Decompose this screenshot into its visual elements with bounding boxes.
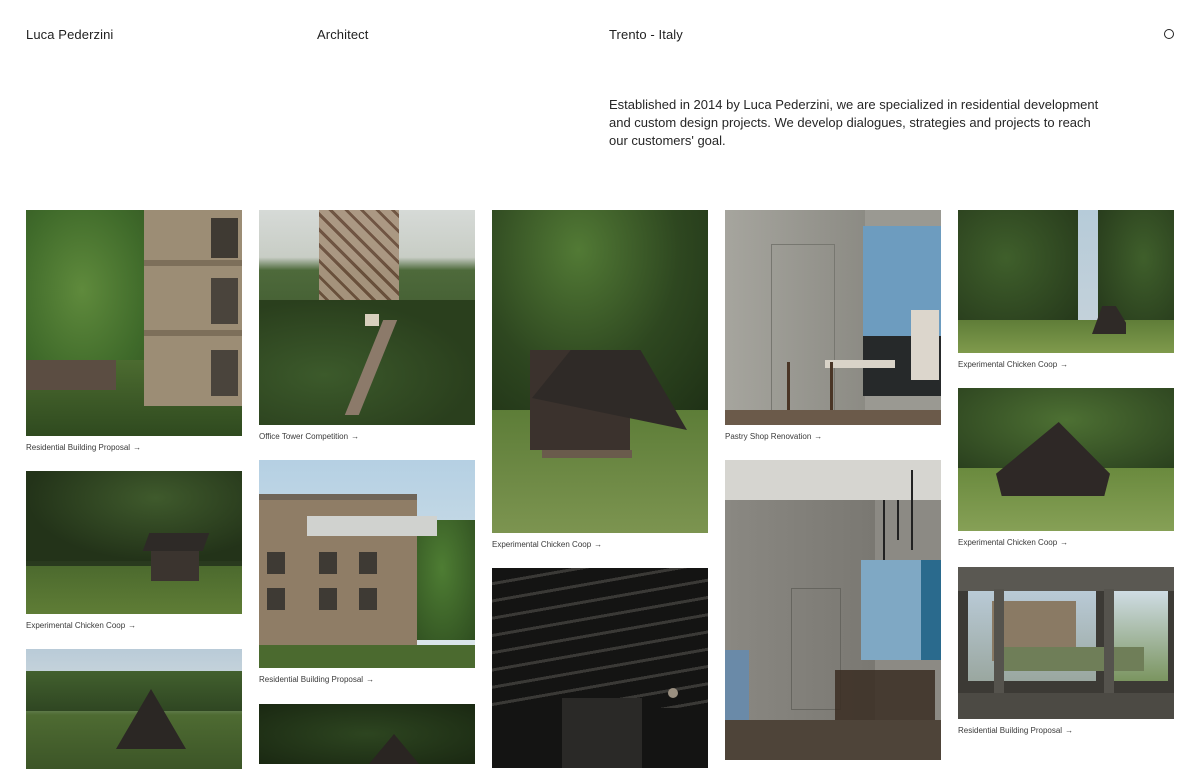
project-caption[interactable]: Residential Building Proposal →	[26, 443, 242, 452]
project-caption[interactable]: Experimental Chicken Coop →	[958, 538, 1174, 547]
menu-circle-icon[interactable]	[1164, 29, 1174, 39]
project-caption[interactable]: Experimental Chicken Coop →	[492, 540, 708, 549]
project-image	[259, 704, 475, 764]
project-card-residential-3[interactable]: Residential Building Proposal →	[958, 567, 1174, 735]
arrow-right-icon: →	[133, 443, 142, 452]
caption-text: Experimental Chicken Coop	[492, 540, 592, 549]
arrow-right-icon: →	[814, 432, 823, 441]
site-role: Architect	[317, 27, 369, 42]
project-caption[interactable]: Residential Building Proposal →	[958, 726, 1174, 735]
arrow-right-icon: →	[594, 540, 603, 549]
arrow-right-icon: →	[1065, 726, 1074, 735]
site-location: Trento - Italy	[609, 27, 683, 42]
caption-text: Residential Building Proposal	[26, 443, 131, 452]
caption-text: Experimental Chicken Coop	[26, 621, 126, 630]
project-image	[26, 649, 242, 769]
project-image	[492, 210, 708, 533]
project-image	[259, 460, 475, 668]
arrow-right-icon: →	[366, 675, 375, 684]
project-image	[26, 471, 242, 614]
project-card-chicken-coop-5[interactable]: Experimental Chicken Coop →	[958, 388, 1174, 547]
intro-paragraph: Established in 2014 by Luca Pederzini, w…	[609, 97, 1099, 148]
intro-text: Established in 2014 by Luca Pederzini, w…	[609, 96, 1109, 150]
project-card-office-tower[interactable]: Office Tower Competition →	[259, 210, 475, 441]
project-image	[26, 210, 242, 436]
project-caption[interactable]: Residential Building Proposal →	[259, 675, 475, 684]
project-caption[interactable]: Pastry Shop Renovation →	[725, 432, 941, 441]
project-card-interior-dark[interactable]	[492, 568, 708, 768]
project-card-pastry-shop[interactable]: Pastry Shop Renovation →	[725, 210, 941, 441]
arrow-right-icon: →	[128, 621, 137, 630]
project-card-chicken-coop-2[interactable]	[26, 649, 242, 769]
caption-text: Office Tower Competition	[259, 432, 349, 441]
project-image	[259, 210, 475, 425]
project-card-chicken-coop-1[interactable]: Experimental Chicken Coop →	[26, 471, 242, 630]
arrow-right-icon: →	[351, 432, 360, 441]
project-caption[interactable]: Office Tower Competition →	[259, 432, 475, 441]
project-image	[958, 210, 1174, 353]
caption-text: Experimental Chicken Coop	[958, 360, 1058, 369]
project-image	[725, 460, 941, 760]
caption-text: Residential Building Proposal	[259, 675, 364, 684]
project-card-interior-cafe[interactable]	[725, 460, 941, 760]
project-caption[interactable]: Experimental Chicken Coop →	[26, 621, 242, 630]
project-card-chicken-coop-3[interactable]: Experimental Chicken Coop →	[492, 210, 708, 549]
project-image	[958, 388, 1174, 531]
site-name[interactable]: Luca Pederzini	[26, 27, 113, 42]
caption-text: Residential Building Proposal	[958, 726, 1063, 735]
project-card-residential-2[interactable]: Residential Building Proposal →	[259, 460, 475, 684]
project-image	[492, 568, 708, 768]
project-card-col2-bottom[interactable]	[259, 704, 475, 764]
project-image	[958, 567, 1174, 719]
caption-text: Experimental Chicken Coop	[958, 538, 1058, 547]
project-caption[interactable]: Experimental Chicken Coop →	[958, 360, 1174, 369]
caption-text: Pastry Shop Renovation	[725, 432, 812, 441]
arrow-right-icon: →	[1060, 360, 1069, 369]
project-image	[725, 210, 941, 425]
arrow-right-icon: →	[1060, 538, 1069, 547]
project-card-residential-1[interactable]: Residential Building Proposal →	[26, 210, 242, 452]
project-card-chicken-coop-4[interactable]: Experimental Chicken Coop →	[958, 210, 1174, 369]
